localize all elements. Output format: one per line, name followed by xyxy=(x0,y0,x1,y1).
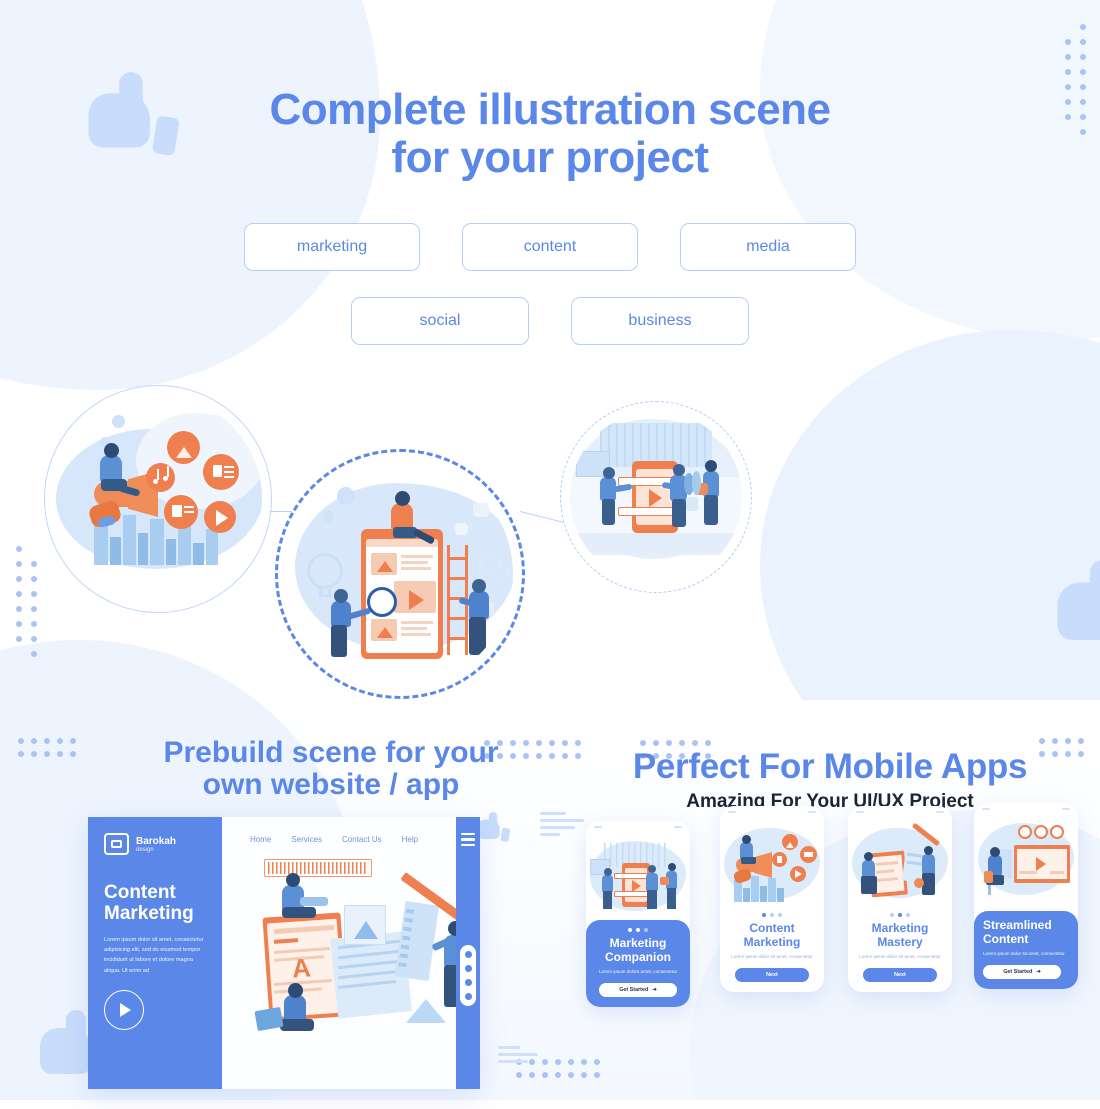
get-started-label: Get Started xyxy=(1003,969,1033,976)
tag-media[interactable]: media xyxy=(680,223,856,272)
tag-marketing[interactable]: marketing xyxy=(244,223,420,272)
social-icons-group[interactable] xyxy=(460,945,476,1007)
scene-office-video xyxy=(560,401,752,594)
phone-status-bar xyxy=(720,806,824,818)
logo-subtitle: design xyxy=(136,846,154,853)
phone-illustration-creators xyxy=(848,818,952,906)
tag-business[interactable]: business xyxy=(571,297,749,346)
next-button[interactable]: Next xyxy=(863,968,937,983)
phone-title-line-1: Marketing xyxy=(871,921,929,936)
social-icon-2[interactable] xyxy=(464,965,472,973)
phone-mockup-marketing-companion[interactable]: Marketing Companion Lorem ipsum dolors a… xyxy=(586,821,690,1008)
phone-mockups: Marketing Companion Lorem ipsum dolors a… xyxy=(578,803,1078,1105)
nav-item-services[interactable]: Services xyxy=(291,835,322,844)
website-title-line-1: Prebuild scene for your xyxy=(163,736,499,770)
phone-mockup-streamlined-content[interactable]: Streamlined Content Lorem ipsum dolor si… xyxy=(974,803,1078,990)
phone-title-line-2: Content xyxy=(983,931,1029,946)
pagination-dots[interactable] xyxy=(857,913,943,918)
phone-card-panel: Streamlined Content Lorem ipsum dolor si… xyxy=(974,911,1078,990)
next-button[interactable]: Next xyxy=(735,968,809,983)
arrow-right-icon: ➜ xyxy=(652,987,657,994)
website-mockup-sidebar: Barokah design Content Marketing Lorem i… xyxy=(88,817,222,1090)
phone-title-line-2: Marketing xyxy=(743,934,801,949)
phone-mockup-content-marketing[interactable]: Content Marketing Lorem ipsum dolor sit … xyxy=(720,806,824,993)
website-mockup[interactable]: Barokah design Content Marketing Lorem i… xyxy=(88,817,480,1090)
phone-card-panel: Marketing Companion Lorem ipsum dolors a… xyxy=(586,920,690,1008)
play-button-icon[interactable] xyxy=(104,989,144,1030)
website-body-text: Lorem ipsum dolor sit amet, consectetur … xyxy=(104,936,204,974)
phone-card-description: Lorem ipsum dolor sit amet, consectetur xyxy=(983,951,1065,957)
phone-card-title: Content Marketing xyxy=(729,922,815,949)
hamburger-menu-icon[interactable] xyxy=(461,833,475,847)
website-headline: Content Marketing xyxy=(104,882,210,925)
phone-title-line-2: Companion xyxy=(605,949,671,964)
tag-list: marketing content media social business xyxy=(0,223,1100,346)
social-icon-3[interactable] xyxy=(464,979,472,987)
nav-item-help[interactable]: Help xyxy=(402,835,418,844)
phone-card-description: Lorem ipsum dolors amet, consectetur xyxy=(598,969,678,975)
next-label: Next xyxy=(766,972,778,979)
illustration-scenes xyxy=(0,371,1100,711)
phone-title-line-1: Content xyxy=(749,921,795,936)
phone-card-description: Lorem ipsum dolor sit amet, consectetur xyxy=(731,954,813,960)
scene-content-dashboard xyxy=(275,449,525,700)
nav-item-contact-us[interactable]: Contact Us xyxy=(342,835,382,844)
pagination-dots[interactable] xyxy=(729,913,815,918)
social-icon-1[interactable] xyxy=(464,951,472,959)
phone-illustration-workspace xyxy=(974,815,1078,912)
get-started-button[interactable]: Get Started ➜ xyxy=(983,965,1061,980)
phone-card-title: Marketing Companion xyxy=(595,937,681,964)
get-started-button[interactable]: Get Started ➜ xyxy=(599,983,677,998)
nav-item-home[interactable]: Home xyxy=(250,835,271,844)
logo-mark-icon xyxy=(104,833,129,856)
website-logo[interactable]: Barokah design xyxy=(104,833,210,856)
mobile-title: Perfect For Mobile Apps xyxy=(632,747,1028,787)
phone-card-title: Streamlined Content xyxy=(983,919,1069,946)
phone-title-line-1: Streamlined xyxy=(983,918,1052,933)
website-title-line-2: own website / app xyxy=(202,768,460,802)
website-nav: Home Services Contact Us Help xyxy=(222,817,480,844)
phone-illustration-office xyxy=(586,833,690,921)
phone-title-line-2: Mastery xyxy=(877,934,923,949)
phone-card-description: Lorem ipsum dolor sit amet, consectetur xyxy=(859,954,941,960)
phone-status-bar xyxy=(848,806,952,818)
page-title: Complete illustration scene for your pro… xyxy=(0,0,1100,181)
phone-title-line-1: Marketing xyxy=(609,936,667,951)
phone-card-title: Marketing Mastery xyxy=(857,922,943,949)
tag-social[interactable]: social xyxy=(351,297,529,346)
website-section-title: Prebuild scene for your own website / ap… xyxy=(106,736,556,802)
pagination-dots[interactable] xyxy=(595,928,681,933)
website-hero-illustration: A xyxy=(238,857,480,1072)
phone-mockup-marketing-mastery[interactable]: Marketing Mastery Lorem ipsum dolor sit … xyxy=(848,806,952,993)
website-headline-line-1: Content xyxy=(104,882,176,904)
social-icon-4[interactable] xyxy=(464,993,472,1001)
hero-title-line-2: for your project xyxy=(391,132,709,182)
mockup-stem-decoration xyxy=(154,1063,156,1090)
hero-title-line-1: Complete illustration scene xyxy=(269,85,831,134)
tag-content[interactable]: content xyxy=(462,223,638,272)
phone-card-panel: Content Marketing Lorem ipsum dolor sit … xyxy=(720,905,824,993)
phone-illustration-megaphone xyxy=(720,818,824,906)
get-started-label: Get Started xyxy=(619,987,649,994)
phone-status-bar xyxy=(586,821,690,833)
arrow-right-icon: ➜ xyxy=(1036,969,1041,976)
next-label: Next xyxy=(894,972,906,979)
logo-name: Barokah xyxy=(136,835,177,847)
website-mockup-main: Home Services Contact Us Help A xyxy=(222,817,480,1090)
scene-megaphone-content xyxy=(44,385,272,614)
phone-card-panel: Marketing Mastery Lorem ipsum dolor sit … xyxy=(848,905,952,993)
website-headline-line-2: Marketing xyxy=(104,903,194,925)
phone-status-bar xyxy=(974,803,1078,815)
